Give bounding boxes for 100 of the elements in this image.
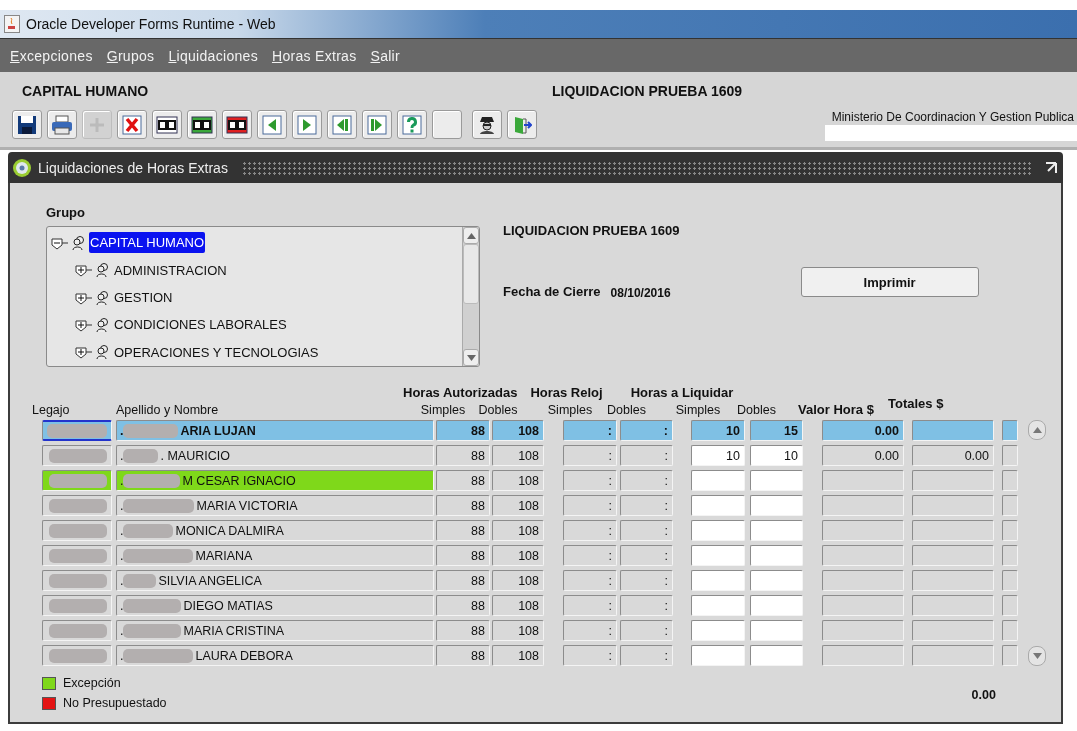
time-cell[interactable]: : xyxy=(620,620,673,641)
toolbar-button[interactable] xyxy=(152,110,182,139)
input-field[interactable] xyxy=(691,595,745,616)
input-field[interactable] xyxy=(691,570,745,591)
hours-cell[interactable]: 108 xyxy=(492,445,544,466)
checkbox-cell[interactable] xyxy=(1002,570,1018,591)
amount-cell[interactable] xyxy=(912,645,994,666)
scroll-up-button[interactable] xyxy=(1028,420,1046,440)
id-cell[interactable] xyxy=(42,420,112,441)
amount-cell[interactable] xyxy=(912,545,994,566)
toolbar-button[interactable] xyxy=(187,110,217,139)
tree-item[interactable]: ADMINISTRACION xyxy=(51,256,462,284)
tree-item[interactable]: CAPITAL HUMANO xyxy=(51,229,462,257)
input-field[interactable] xyxy=(750,520,803,541)
toolbar-button[interactable] xyxy=(507,110,537,139)
amount-cell[interactable] xyxy=(912,570,994,591)
name-cell[interactable]: . DIEGO MATIAS xyxy=(116,595,434,616)
hours-cell[interactable]: 108 xyxy=(492,520,544,541)
id-cell[interactable] xyxy=(42,545,112,566)
hours-cell[interactable]: 108 xyxy=(492,470,544,491)
tree-item[interactable]: OPERACIONES Y TECNOLOGIAS xyxy=(51,338,462,366)
expand-icon[interactable] xyxy=(75,263,93,278)
amount-cell[interactable] xyxy=(912,470,994,491)
input-field[interactable]: 10 xyxy=(691,445,745,466)
hours-cell[interactable]: 88 xyxy=(436,470,490,491)
name-cell[interactable]: . M CESAR IGNACIO xyxy=(116,470,434,491)
hours-cell[interactable]: 108 xyxy=(492,570,544,591)
input-field[interactable] xyxy=(691,545,745,566)
amount-cell[interactable] xyxy=(822,595,904,616)
name-cell[interactable]: . SILVIA ANGELICA xyxy=(116,570,434,591)
time-cell[interactable]: : xyxy=(620,420,673,441)
name-cell[interactable]: . MARIANA xyxy=(116,545,434,566)
name-cell[interactable]: . LAURA DEBORA xyxy=(116,645,434,666)
amount-cell[interactable] xyxy=(822,520,904,541)
amount-cell[interactable] xyxy=(822,495,904,516)
amount-cell[interactable] xyxy=(822,570,904,591)
input-field[interactable] xyxy=(750,595,803,616)
print-button[interactable]: Imprimir xyxy=(800,267,979,297)
id-cell[interactable] xyxy=(42,570,112,591)
hours-cell[interactable]: 108 xyxy=(492,595,544,616)
toolbar-button[interactable] xyxy=(47,110,77,139)
scroll-down-button[interactable] xyxy=(1028,646,1046,666)
expand-icon[interactable] xyxy=(75,345,93,360)
hours-cell[interactable]: 88 xyxy=(436,595,490,616)
tree-item[interactable]: CONDICIONES LABORALES xyxy=(51,311,462,339)
hours-cell[interactable]: 108 xyxy=(492,645,544,666)
amount-cell[interactable] xyxy=(822,545,904,566)
checkbox-cell[interactable] xyxy=(1002,545,1018,566)
hours-cell[interactable]: 88 xyxy=(436,420,490,441)
time-cell[interactable]: : xyxy=(620,545,673,566)
input-field[interactable] xyxy=(750,620,803,641)
hours-cell[interactable]: 88 xyxy=(436,620,490,641)
input-field[interactable] xyxy=(691,620,745,641)
checkbox-cell[interactable] xyxy=(1002,495,1018,516)
tree-item[interactable]: GESTION xyxy=(51,283,462,312)
amount-cell[interactable] xyxy=(822,620,904,641)
input-field[interactable] xyxy=(750,645,803,666)
hours-cell[interactable]: 88 xyxy=(436,445,490,466)
time-cell[interactable]: : xyxy=(563,495,617,516)
amount-cell[interactable]: 0.00 xyxy=(822,420,904,441)
toolbar-button[interactable] xyxy=(222,110,252,139)
checkbox-cell[interactable] xyxy=(1002,420,1018,441)
time-cell[interactable]: : xyxy=(620,495,673,516)
id-cell[interactable] xyxy=(42,495,112,516)
name-cell[interactable]: . . MAURICIO xyxy=(116,445,434,466)
maximize-icon[interactable] xyxy=(1045,161,1057,174)
hours-cell[interactable]: 88 xyxy=(436,545,490,566)
id-cell[interactable] xyxy=(42,595,112,616)
time-cell[interactable]: : xyxy=(563,420,617,441)
checkbox-cell[interactable] xyxy=(1002,470,1018,491)
hours-cell[interactable]: 88 xyxy=(436,570,490,591)
time-cell[interactable]: : xyxy=(620,520,673,541)
menu-item[interactable]: Grupos xyxy=(106,47,155,64)
amount-cell[interactable] xyxy=(912,620,994,641)
time-cell[interactable]: : xyxy=(563,470,617,491)
hours-cell[interactable]: 108 xyxy=(492,420,544,441)
amount-cell[interactable]: 0.00 xyxy=(912,445,994,466)
input-field[interactable]: 10 xyxy=(750,445,803,466)
hours-cell[interactable]: 88 xyxy=(436,495,490,516)
name-cell[interactable]: . ARIA LUJAN xyxy=(116,420,434,441)
time-cell[interactable]: : xyxy=(620,470,673,491)
id-cell[interactable] xyxy=(42,520,112,541)
checkbox-cell[interactable] xyxy=(1002,595,1018,616)
checkbox-cell[interactable] xyxy=(1002,520,1018,541)
amount-cell[interactable] xyxy=(912,495,994,516)
menu-item[interactable]: Horas Extras xyxy=(271,47,357,64)
name-cell[interactable]: . MARIA CRISTINA xyxy=(116,620,434,641)
hours-cell[interactable]: 88 xyxy=(436,645,490,666)
name-cell[interactable]: . MONICA DALMIRA xyxy=(116,520,434,541)
hours-cell[interactable]: 108 xyxy=(492,620,544,641)
toolbar-button[interactable] xyxy=(12,110,42,139)
hours-cell[interactable]: 88 xyxy=(436,520,490,541)
input-field[interactable] xyxy=(691,645,745,666)
time-cell[interactable]: : xyxy=(620,645,673,666)
scrollbar[interactable] xyxy=(462,227,479,366)
input-field[interactable] xyxy=(691,520,745,541)
collapse-icon[interactable] xyxy=(51,235,69,250)
name-cell[interactable]: . MARIA VICTORIA xyxy=(116,495,434,516)
amount-cell[interactable] xyxy=(912,595,994,616)
menu-item[interactable]: Salir xyxy=(370,47,400,64)
